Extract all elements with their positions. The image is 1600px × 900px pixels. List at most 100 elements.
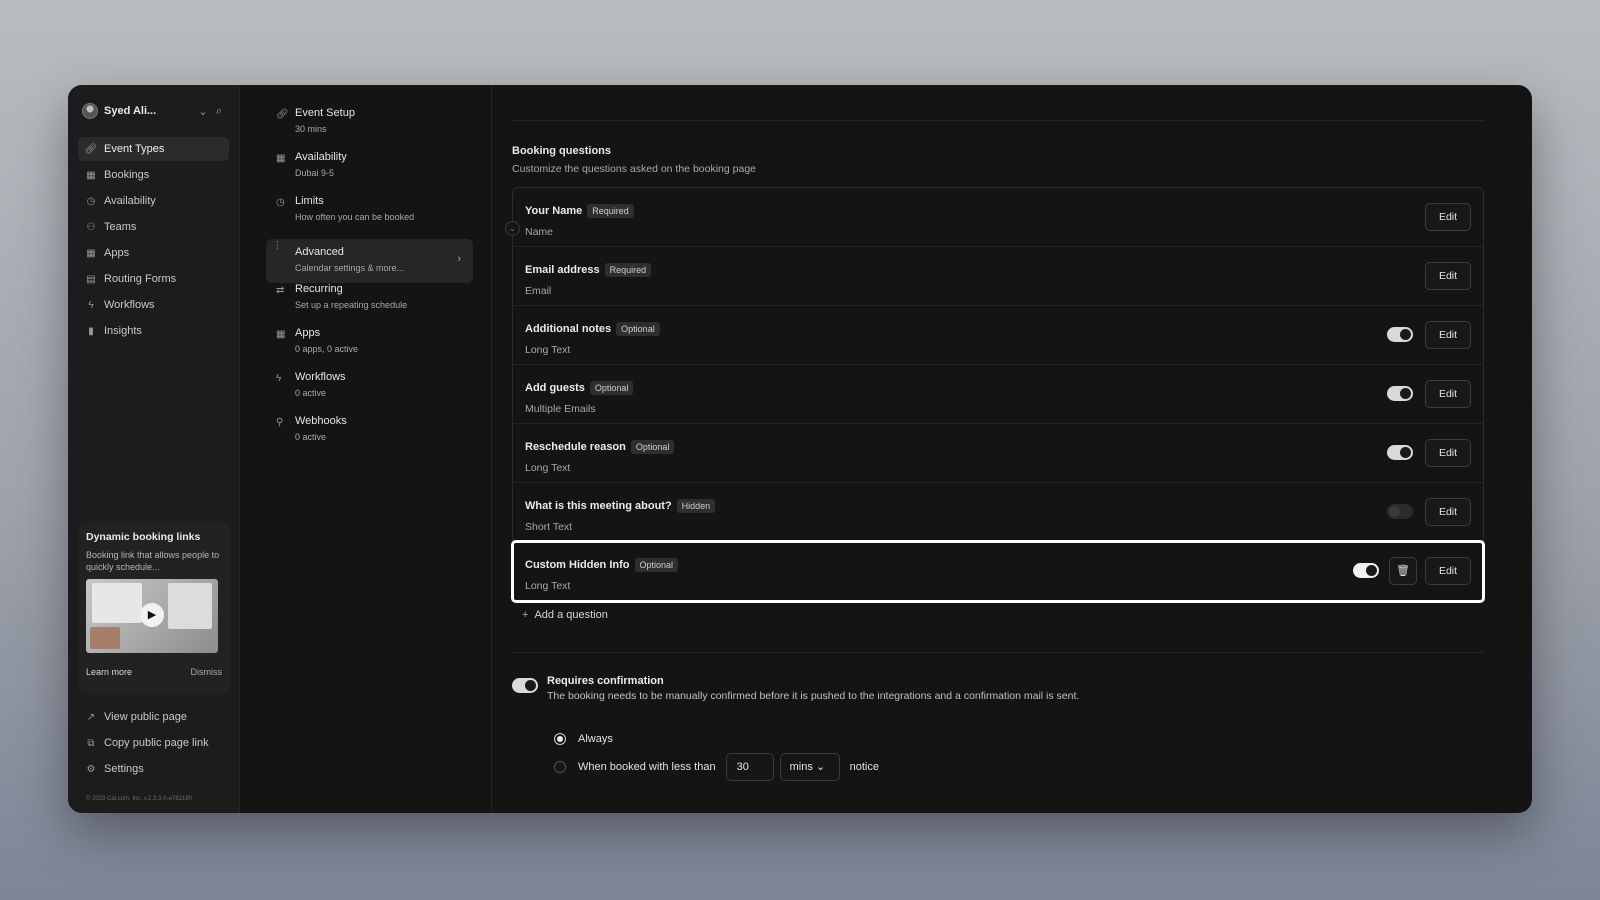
question-row: Your Name Required Name ⌄ Edit bbox=[505, 188, 1483, 247]
edit-button[interactable]: Edit bbox=[1425, 498, 1471, 526]
booking-questions-description: Customize the questions asked on the boo… bbox=[512, 163, 756, 175]
link-icon: 🔗︎ bbox=[84, 143, 98, 155]
sidebar-item-insights[interactable]: ▮ Insights bbox=[78, 319, 229, 343]
notice-label: notice bbox=[849, 761, 879, 773]
radio-always[interactable]: Always bbox=[554, 733, 613, 745]
question-row: Add guests Optional Multiple Emails Edit bbox=[513, 365, 1483, 424]
step-title: Webhooks bbox=[295, 415, 347, 427]
question-toggle[interactable] bbox=[1387, 504, 1413, 519]
sidebar-item-copy-link[interactable]: ⧉ Copy public page link bbox=[78, 731, 229, 755]
chevron-down-icon[interactable]: ⌄ bbox=[195, 105, 211, 118]
requires-confirmation-description: The booking needs to be manually confirm… bbox=[547, 690, 1080, 702]
question-type: Multiple Emails bbox=[525, 403, 596, 415]
status-badge: Required bbox=[587, 203, 634, 218]
thumbnail-panel bbox=[92, 583, 142, 623]
copy-icon: ⧉ bbox=[87, 737, 95, 749]
promo-title: Dynamic booking links bbox=[86, 531, 201, 543]
question-label: What is this meeting about? bbox=[525, 499, 672, 512]
divider bbox=[512, 120, 1484, 121]
requires-confirmation-title: Requires confirmation bbox=[547, 675, 664, 687]
add-question-button[interactable]: + Add a question bbox=[522, 609, 608, 621]
step-advanced[interactable]: ⫶ Advanced Calendar settings & more... › bbox=[266, 239, 473, 283]
search-icon[interactable]: ⌕ bbox=[211, 105, 227, 118]
step-webhooks[interactable]: ⚲ Webhooks 0 active bbox=[276, 415, 473, 459]
step-availability[interactable]: ▦ Availability Dubai 9-5 bbox=[276, 151, 473, 195]
zap-icon: ϟ bbox=[88, 299, 94, 311]
requires-confirmation-toggle[interactable] bbox=[512, 678, 538, 693]
chevron-down-icon: ⌄ bbox=[815, 761, 826, 773]
edit-button[interactable]: Edit bbox=[1425, 203, 1471, 231]
edit-button[interactable]: Edit bbox=[1425, 380, 1471, 408]
question-label: Your Name bbox=[525, 204, 583, 217]
question-type: Long Text bbox=[525, 580, 571, 592]
chevron-right-icon: › bbox=[457, 253, 461, 265]
step-subtitle: Dubai 9-5 bbox=[295, 168, 335, 178]
sidebar-item-routing-forms[interactable]: ▤ Routing Forms bbox=[78, 267, 229, 291]
external-link-icon: ↗ bbox=[86, 711, 96, 723]
user-menu[interactable]: Syed Ali... ⌄ ⌕ bbox=[82, 99, 227, 123]
step-title: Event Setup bbox=[295, 107, 355, 119]
sidebar-item-label: Teams bbox=[104, 221, 137, 233]
radio-button[interactable] bbox=[554, 733, 566, 745]
sidebar-item-teams[interactable]: ⚇ Teams bbox=[78, 215, 229, 239]
question-type: Long Text bbox=[525, 462, 571, 474]
question-toggle[interactable] bbox=[1387, 445, 1413, 460]
question-label: Add guests bbox=[525, 381, 585, 394]
app-window: Syed Ali... ⌄ ⌕ 🔗︎ Event Types ▦ Booking… bbox=[68, 85, 1532, 813]
sidebar-item-availability[interactable]: ◷ Availability bbox=[78, 189, 229, 213]
avatar bbox=[82, 103, 98, 119]
edit-button[interactable]: Edit bbox=[1425, 321, 1471, 349]
question-type: Short Text bbox=[525, 521, 573, 533]
trash-icon[interactable]: 🗑︎ bbox=[1389, 557, 1417, 585]
step-subtitle: 0 apps, 0 active bbox=[295, 344, 359, 354]
step-workflows[interactable]: ϟ Workflows 0 active bbox=[276, 371, 473, 415]
question-toggle[interactable] bbox=[1387, 386, 1413, 401]
sidebar-item-settings[interactable]: ⚙ Settings bbox=[78, 757, 229, 781]
sidebar-item-bookings[interactable]: ▦ Bookings bbox=[78, 163, 229, 187]
step-title: Advanced bbox=[295, 246, 344, 258]
question-row: Reschedule reason Optional Long Text Edit bbox=[513, 424, 1483, 483]
play-icon[interactable]: ▶ bbox=[140, 603, 164, 627]
drag-handle-icon[interactable]: ⌄ bbox=[505, 221, 520, 236]
question-toggle[interactable] bbox=[1353, 563, 1379, 578]
clock-icon: ◷ bbox=[86, 195, 96, 207]
notice-unit-select[interactable]: mins ⌄ bbox=[779, 753, 840, 781]
step-event-setup[interactable]: 🔗︎ Event Setup 30 mins bbox=[276, 107, 473, 151]
dismiss-link[interactable]: Dismiss bbox=[191, 667, 223, 677]
sidebar-item-label: Copy public page link bbox=[104, 737, 209, 749]
sidebar-item-workflows[interactable]: ϟ Workflows bbox=[78, 293, 229, 317]
question-label: Custom Hidden Info bbox=[525, 558, 630, 571]
step-limits[interactable]: ◷ Limits How often you can be booked bbox=[276, 195, 473, 239]
edit-button[interactable]: Edit bbox=[1425, 262, 1471, 290]
step-apps[interactable]: ▦ Apps 0 apps, 0 active bbox=[276, 327, 473, 371]
calendar-icon: ▦ bbox=[86, 169, 96, 181]
booking-questions-title: Booking questions bbox=[512, 145, 611, 157]
sidebar-item-event-types[interactable]: 🔗︎ Event Types bbox=[78, 137, 229, 161]
status-badge: Hidden bbox=[676, 498, 716, 513]
step-title: Limits bbox=[295, 195, 324, 207]
promo-video-thumbnail[interactable]: ▶ bbox=[86, 579, 218, 653]
question-type: Long Text bbox=[525, 344, 571, 356]
question-row: Email address Required Email Edit bbox=[513, 247, 1483, 306]
sidebar-item-label: View public page bbox=[104, 711, 187, 723]
status-badge: Optional bbox=[630, 439, 675, 454]
step-recurring[interactable]: ⇄ Recurring Set up a repeating schedule bbox=[276, 283, 473, 327]
radio-less-than[interactable]: When booked with less than 30 mins ⌄ not… bbox=[554, 753, 879, 781]
notice-duration-input[interactable]: 30 bbox=[725, 753, 774, 781]
step-subtitle: 30 mins bbox=[295, 124, 327, 134]
grid-icon: ▦ bbox=[86, 247, 96, 259]
question-row-highlighted: Custom Hidden Info Optional Long Text 🗑︎ … bbox=[511, 540, 1485, 603]
add-question-label: Add a question bbox=[534, 609, 608, 621]
learn-more-link[interactable]: Learn more bbox=[86, 667, 132, 677]
status-badge: Required bbox=[604, 262, 652, 277]
plus-icon: + bbox=[522, 609, 529, 621]
question-toggle[interactable] bbox=[1387, 327, 1413, 342]
sidebar-item-label: Insights bbox=[104, 325, 142, 337]
status-badge: Optional bbox=[616, 321, 660, 336]
edit-button[interactable]: Edit bbox=[1425, 439, 1471, 467]
question-row: Additional notes Optional Long Text Edit bbox=[513, 306, 1483, 365]
sidebar-item-apps[interactable]: ▦ Apps bbox=[78, 241, 229, 265]
radio-button[interactable] bbox=[554, 761, 566, 773]
edit-button[interactable]: Edit bbox=[1425, 557, 1471, 585]
sidebar-item-view-public-page[interactable]: ↗ View public page bbox=[78, 705, 229, 729]
